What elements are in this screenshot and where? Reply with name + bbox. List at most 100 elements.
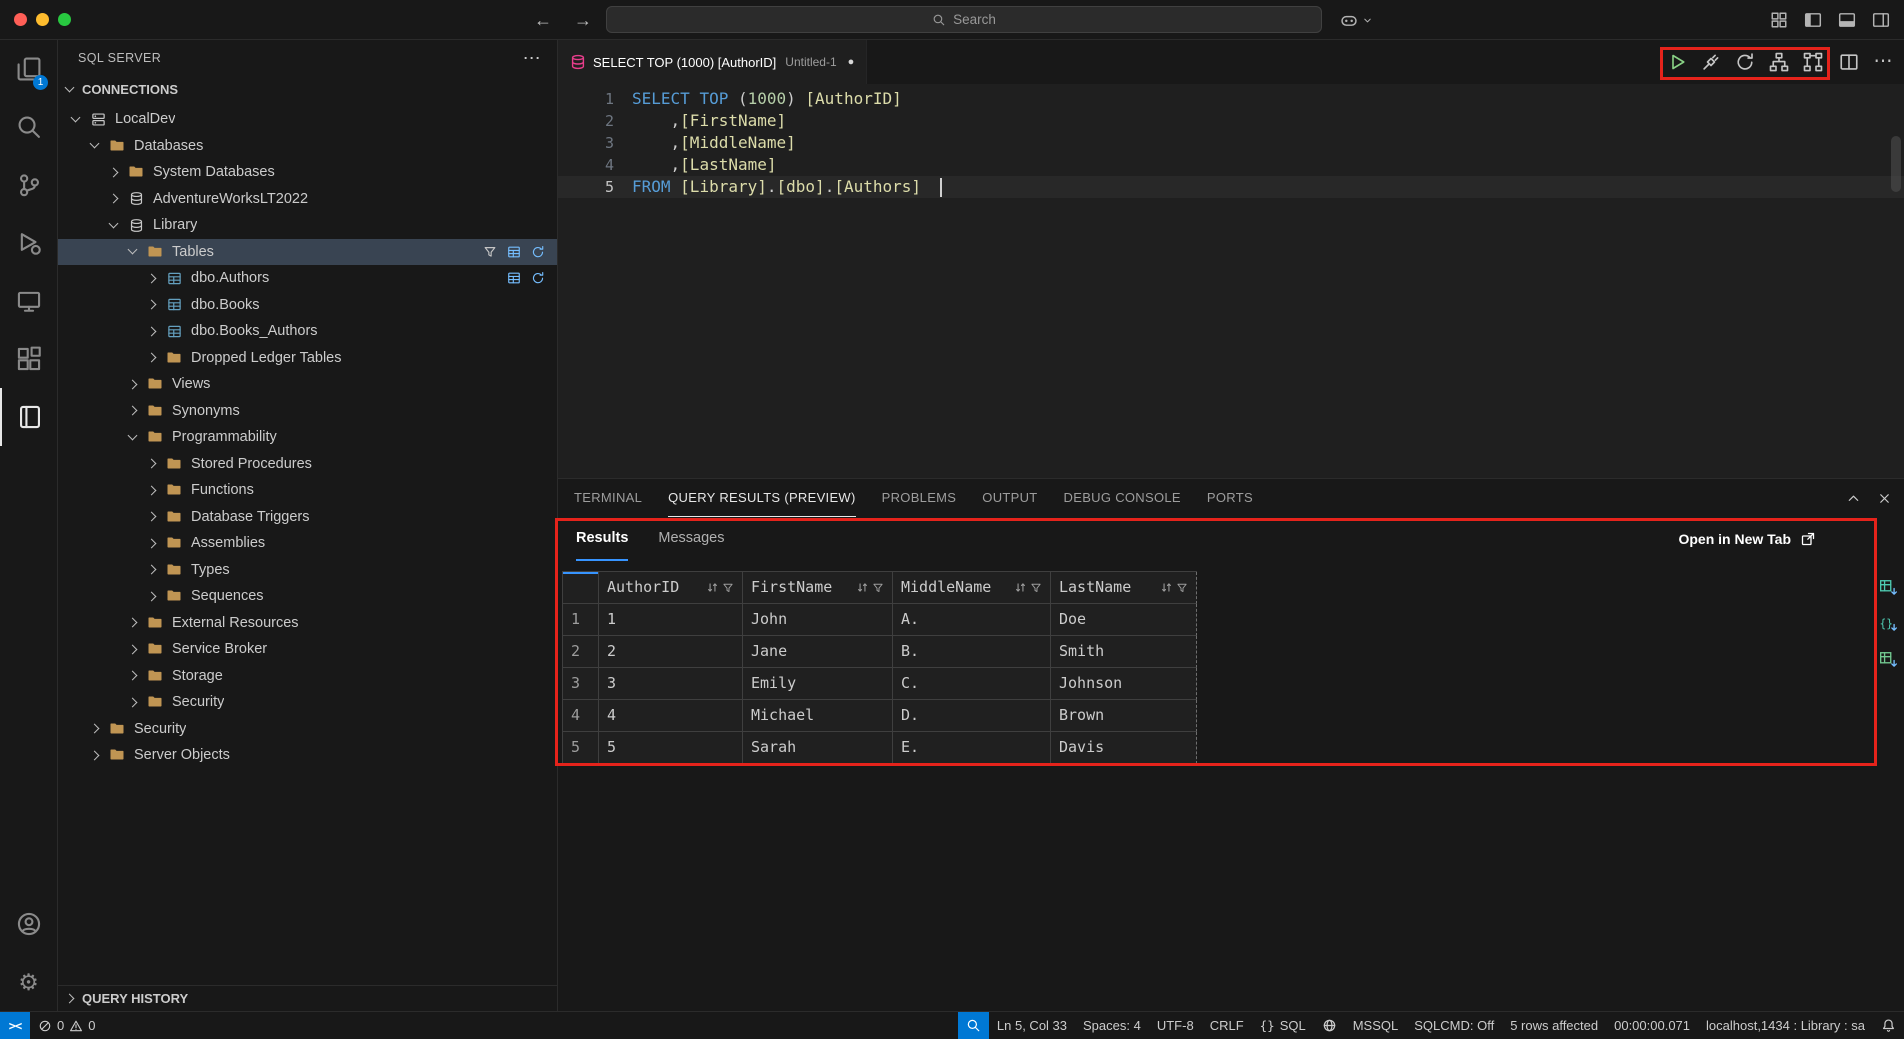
- minimize-window-button[interactable]: [36, 13, 49, 26]
- query-history-section-header[interactable]: QUERY HISTORY: [58, 985, 557, 1011]
- tree-item-types[interactable]: Types: [58, 557, 557, 584]
- maximize-window-button[interactable]: [58, 13, 71, 26]
- go-back-button[interactable]: ←: [534, 10, 552, 31]
- code-editor[interactable]: 1SELECT TOP (1000) [AuthorID]2 ,[FirstNa…: [558, 84, 1904, 478]
- row-number-cell[interactable]: 2: [563, 636, 599, 668]
- grid-cell[interactable]: 3: [599, 668, 743, 700]
- filter-icon[interactable]: [1176, 582, 1188, 594]
- grid-header-firstname[interactable]: FirstName: [743, 572, 893, 604]
- panel-tab-query-results-preview[interactable]: QUERY RESULTS (PREVIEW): [668, 479, 856, 517]
- grid-cell[interactable]: Brown: [1051, 700, 1197, 732]
- grid-cell[interactable]: 5: [599, 732, 743, 764]
- close-panel-button[interactable]: [1877, 491, 1892, 506]
- problems-status[interactable]: 0 0: [30, 1012, 103, 1039]
- grid-cell[interactable]: John: [743, 604, 893, 636]
- toggle-primary-sidebar-button[interactable]: [1804, 11, 1822, 29]
- status-connection-info[interactable]: localhost,1434 : Library : sa: [1698, 1012, 1873, 1039]
- tree-item-views[interactable]: Views: [58, 371, 557, 398]
- grid-corner-cell[interactable]: [563, 572, 599, 604]
- tree-item-dbo-authors[interactable]: dbo.Authors: [58, 265, 557, 292]
- refresh-button[interactable]: [531, 271, 545, 285]
- maximize-panel-button[interactable]: [1846, 491, 1861, 506]
- panel-tab-terminal[interactable]: TERMINAL: [574, 479, 642, 517]
- grid-cell[interactable]: Smith: [1051, 636, 1197, 668]
- tree-item-assemblies[interactable]: Assemblies: [58, 530, 557, 557]
- toggle-secondary-sidebar-button[interactable]: [1872, 11, 1890, 29]
- actual-plan-button[interactable]: [1802, 51, 1824, 73]
- customize-layout-button[interactable]: [1770, 11, 1788, 29]
- grid-cell[interactable]: Johnson: [1051, 668, 1197, 700]
- grid-cell[interactable]: D.: [893, 700, 1051, 732]
- more-actions-button[interactable]: ⋯: [1872, 51, 1894, 73]
- grid-cell[interactable]: 1: [599, 604, 743, 636]
- grid-header-authorid[interactable]: AuthorID: [599, 572, 743, 604]
- sort-icon[interactable]: [706, 581, 719, 594]
- change-connection-button[interactable]: [1734, 51, 1756, 73]
- activity-bar-manage[interactable]: ⚙: [0, 953, 57, 1011]
- remote-indicator[interactable]: ><: [0, 1012, 30, 1039]
- tree-item-functions[interactable]: Functions: [58, 477, 557, 504]
- status-sqlcmd-mode[interactable]: SQLCMD: Off: [1406, 1012, 1502, 1039]
- status-indentation[interactable]: Spaces: 4: [1075, 1012, 1149, 1039]
- status-rows-affected[interactable]: 5 rows affected: [1502, 1012, 1606, 1039]
- results-tab-results[interactable]: Results: [576, 517, 628, 561]
- code-line-1[interactable]: 1SELECT TOP (1000) [AuthorID]: [558, 88, 1904, 110]
- activity-bar-search[interactable]: [0, 98, 57, 156]
- macos-window-controls[interactable]: [14, 13, 71, 26]
- split-editor-button[interactable]: [1838, 51, 1860, 73]
- save-as-csv-button[interactable]: [1879, 579, 1898, 597]
- editor-scrollbar[interactable]: [1891, 136, 1901, 192]
- filter-icon[interactable]: [722, 582, 734, 594]
- tree-item-dropped-ledger-tables[interactable]: Dropped Ledger Tables: [58, 345, 557, 372]
- tree-item-tables[interactable]: Tables: [58, 239, 557, 266]
- grid-cell[interactable]: 4: [599, 700, 743, 732]
- tree-item-security[interactable]: Security: [58, 716, 557, 743]
- sort-icon[interactable]: [1014, 581, 1027, 594]
- tree-item-external-resources[interactable]: External Resources: [58, 610, 557, 637]
- activity-bar-source-control[interactable]: [0, 156, 57, 214]
- filter-icon[interactable]: [1030, 582, 1042, 594]
- run-query-button[interactable]: [1666, 51, 1688, 73]
- sort-icon[interactable]: [856, 581, 869, 594]
- filter-icon[interactable]: [872, 582, 884, 594]
- tree-item-stored-procedures[interactable]: Stored Procedures: [58, 451, 557, 478]
- grid-header-lastname[interactable]: LastName: [1051, 572, 1197, 604]
- grid-button[interactable]: [507, 245, 521, 259]
- grid-cell[interactable]: Sarah: [743, 732, 893, 764]
- row-number-cell[interactable]: 5: [563, 732, 599, 764]
- panel-tab-debug-console[interactable]: DEBUG CONSOLE: [1064, 479, 1181, 517]
- tree-item-storage[interactable]: Storage: [58, 663, 557, 690]
- connect-button[interactable]: [1700, 51, 1722, 73]
- panel-tab-ports[interactable]: PORTS: [1207, 479, 1253, 517]
- status-localization[interactable]: [1314, 1012, 1345, 1039]
- sidebar-more-actions-button[interactable]: ⋯: [523, 48, 541, 69]
- status-eol-sequence[interactable]: CRLF: [1202, 1012, 1252, 1039]
- grid-cell[interactable]: Davis: [1051, 732, 1197, 764]
- tree-item-dbo-books-authors[interactable]: dbo.Books_Authors: [58, 318, 557, 345]
- grid-cell[interactable]: A.: [893, 604, 1051, 636]
- grid-cell[interactable]: Emily: [743, 668, 893, 700]
- activity-bar-remote-explorer[interactable]: [0, 272, 57, 330]
- grid-cell[interactable]: C.: [893, 668, 1051, 700]
- status-connection-provider[interactable]: MSSQL: [1345, 1012, 1407, 1039]
- toggle-panel-button[interactable]: [1838, 11, 1856, 29]
- tree-item-security[interactable]: Security: [58, 689, 557, 716]
- grid-cell[interactable]: Doe: [1051, 604, 1197, 636]
- filter-button[interactable]: [483, 245, 497, 259]
- tree-item-library[interactable]: Library: [58, 212, 557, 239]
- grid-cell[interactable]: E.: [893, 732, 1051, 764]
- tree-item-server-objects[interactable]: Server Objects: [58, 742, 557, 769]
- activity-bar-run-and-debug[interactable]: [0, 214, 57, 272]
- code-line-4[interactable]: 4 ,[LastName]: [558, 154, 1904, 176]
- grid-header-middlename[interactable]: MiddleName: [893, 572, 1051, 604]
- code-line-5[interactable]: 5FROM [Library].[dbo].[Authors]: [558, 176, 1904, 198]
- panel-tab-problems[interactable]: PROBLEMS: [882, 479, 957, 517]
- open-in-new-tab-button[interactable]: Open in New Tab: [1678, 531, 1816, 547]
- estimated-plan-button[interactable]: [1768, 51, 1790, 73]
- save-as-json-button[interactable]: {}: [1879, 615, 1898, 633]
- go-forward-button[interactable]: →: [574, 10, 592, 31]
- command-center-search[interactable]: Search: [606, 6, 1322, 33]
- activity-bar-extensions[interactable]: [0, 330, 57, 388]
- grid-cell[interactable]: 2: [599, 636, 743, 668]
- status-zoom-indicator[interactable]: [958, 1012, 989, 1039]
